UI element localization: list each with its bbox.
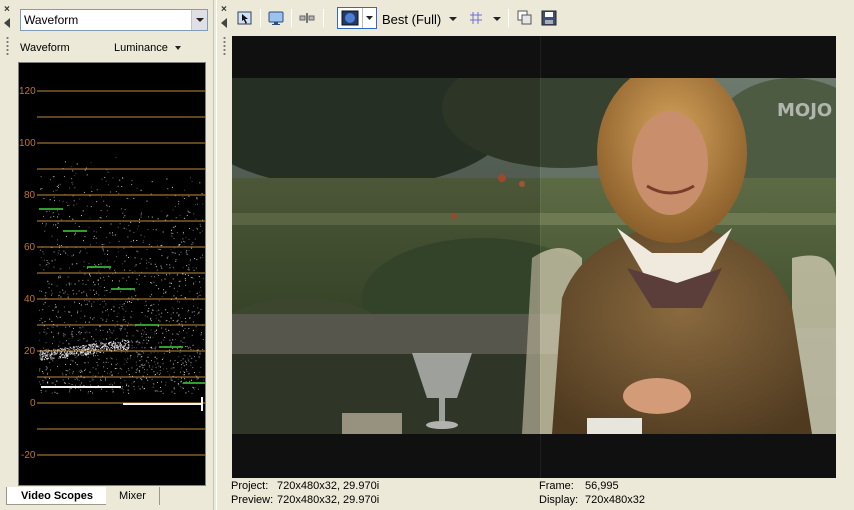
chevron-down-icon[interactable] xyxy=(449,17,457,21)
preview-value: 720x480x32, 29.970i xyxy=(277,494,380,506)
waveform-grid xyxy=(37,90,205,456)
project-value: 720x480x32, 29.970i xyxy=(277,480,380,492)
scale-label: 40 xyxy=(24,294,36,305)
video-frame-image: MOJO xyxy=(232,78,836,434)
scope-header: Waveform Luminance xyxy=(20,42,190,56)
split-screen-divider xyxy=(540,36,541,478)
save-snapshot-icon[interactable] xyxy=(539,8,559,28)
overlay-toggle[interactable] xyxy=(337,7,377,29)
scope-mode-menu[interactable]: Luminance xyxy=(114,42,168,54)
tab-label: Mixer xyxy=(119,490,146,502)
scope-title: Waveform xyxy=(20,42,70,54)
collapse-left-icon[interactable] xyxy=(4,18,10,28)
overlay-icon xyxy=(341,8,373,28)
video-scopes-panel: × Waveform Waveform Luminance 120 100 80… xyxy=(0,0,213,510)
video-preview-canvas[interactable]: MOJO xyxy=(232,36,836,478)
video-frame-scene: MOJO xyxy=(232,78,836,434)
external-monitor-icon[interactable] xyxy=(266,8,286,28)
preview-quality-dropdown[interactable]: Best (Full) xyxy=(382,12,441,27)
properties-icon[interactable] xyxy=(235,8,255,28)
chevron-down-icon[interactable] xyxy=(191,10,207,30)
scope-mode-arrow-icon[interactable] xyxy=(175,46,181,50)
copy-snapshot-icon[interactable] xyxy=(515,8,535,28)
panel-tabs: Video Scopes Mixer xyxy=(4,487,209,505)
display-value: 720x480x32 xyxy=(585,494,645,506)
tab-video-scopes[interactable]: Video Scopes xyxy=(6,487,108,505)
scale-label: 0 xyxy=(30,398,36,409)
scale-label: 20 xyxy=(24,346,36,357)
close-icon[interactable]: × xyxy=(221,5,227,15)
scale-label: 80 xyxy=(24,190,36,201)
toolbar-separator xyxy=(291,9,292,27)
tab-label: Video Scopes xyxy=(21,489,93,502)
chevron-down-icon[interactable] xyxy=(493,17,501,21)
scope-type-value: Waveform xyxy=(24,13,79,27)
video-preview-panel: × Best (Full) MOJO Project: 720x480x32, … xyxy=(217,0,854,510)
project-label: Project: xyxy=(231,480,269,492)
toolbar-separator xyxy=(260,9,261,27)
tab-mixer[interactable]: Mixer xyxy=(106,487,160,505)
drag-grip-icon[interactable] xyxy=(223,36,226,56)
panel-side-strip: × xyxy=(217,0,233,510)
waveform-black-level xyxy=(41,386,203,411)
collapse-left-icon[interactable] xyxy=(221,18,227,28)
scale-label: 120 xyxy=(19,86,36,97)
preview-status-bar: Project: 720x480x32, 29.970i Preview: 72… xyxy=(231,480,851,510)
display-label: Display: xyxy=(539,494,579,506)
scope-type-dropdown[interactable]: Waveform xyxy=(20,9,208,31)
drag-grip-icon[interactable] xyxy=(6,36,9,56)
scale-label: -20 xyxy=(21,450,36,461)
scale-label: 60 xyxy=(24,242,36,253)
frame-value: 56,995 xyxy=(585,480,619,492)
panel-side-strip: × xyxy=(0,0,16,510)
split-screen-icon[interactable] xyxy=(297,8,317,28)
scale-label: 100 xyxy=(19,138,36,149)
frame-label: Frame: xyxy=(539,480,574,492)
preview-toolbar: Best (Full) xyxy=(233,6,853,32)
toolbar-separator xyxy=(508,9,509,27)
waveform-scale: 120 100 80 60 40 20 0 -20 xyxy=(19,86,36,461)
waveform-trace xyxy=(39,157,204,394)
watermark-text: MOJO xyxy=(777,100,832,121)
waveform-scope: 120 100 80 60 40 20 0 -20 xyxy=(18,62,206,486)
waveform-graph: 120 100 80 60 40 20 0 -20 xyxy=(19,86,205,461)
toolbar-separator xyxy=(323,9,324,27)
preview-label: Preview: xyxy=(231,494,274,506)
close-icon[interactable]: × xyxy=(4,5,10,15)
grid-icon[interactable] xyxy=(466,8,486,28)
